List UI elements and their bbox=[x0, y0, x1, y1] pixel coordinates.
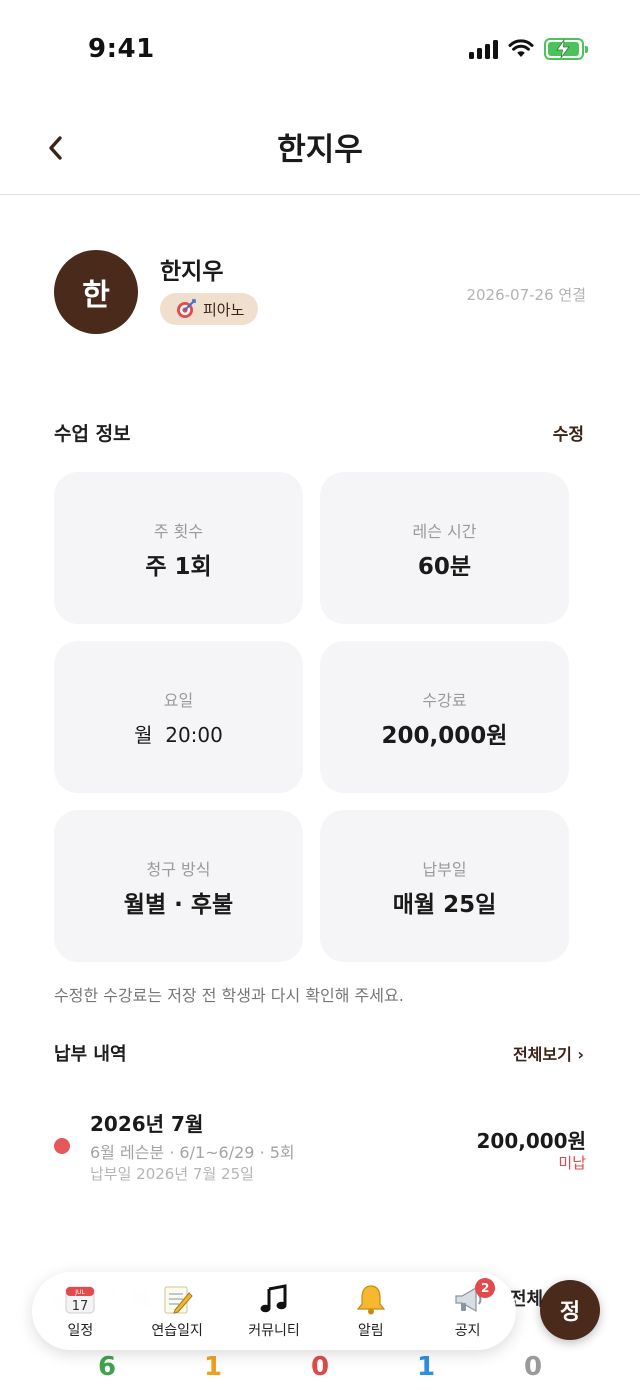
payment-month: 2026년 7월 bbox=[90, 1112, 204, 1136]
tab-label: 연습일지 bbox=[151, 1323, 203, 1339]
tab-label: 알림 bbox=[357, 1323, 384, 1339]
view-all-link[interactable]: 전체보기 › bbox=[513, 1041, 584, 1065]
subject-label: 피아노 bbox=[203, 300, 245, 319]
info-card-weekly-count[interactable]: 주 횟수 주 1회 bbox=[54, 472, 303, 624]
card-label: 납부일 bbox=[422, 860, 467, 879]
payment-row[interactable]: 2026년 7월 6월 레슨분 · 6/1~6/29 · 5회 납부일 2026… bbox=[54, 1105, 586, 1185]
info-card-day-time[interactable]: 요일 월 20:00 bbox=[54, 641, 303, 793]
notification-badge: 2 bbox=[475, 1278, 496, 1298]
tab-practice-log[interactable]: 연습일지 bbox=[129, 1272, 226, 1350]
background-count-strip: 6 1 0 1 0 bbox=[0, 1350, 640, 1390]
svg-text:17: 17 bbox=[72, 1299, 89, 1314]
calendar-icon: JUL 17 bbox=[63, 1282, 97, 1316]
card-label: 레슨 시간 bbox=[412, 522, 477, 541]
info-card-lesson-time[interactable]: 레슨 시간 60분 bbox=[320, 472, 569, 624]
card-label: 수강료 bbox=[422, 691, 467, 710]
nav-header: 한지우 bbox=[0, 100, 640, 195]
card-value: 월 20:00 bbox=[134, 723, 223, 747]
card-label: 요일 bbox=[163, 691, 194, 710]
card-value: 200,000원 bbox=[381, 723, 508, 749]
payment-amount: 200,000원 bbox=[476, 1129, 587, 1153]
payments-title: 납부 내역 bbox=[54, 1044, 127, 1065]
target-icon bbox=[177, 299, 196, 318]
bell-icon bbox=[354, 1282, 388, 1316]
tab-community[interactable]: 커뮤니티 bbox=[226, 1272, 323, 1350]
tab-schedule[interactable]: JUL 17 일정 bbox=[32, 1272, 129, 1350]
student-profile: 한 한지우 피아노 2026-07-26 연결 bbox=[54, 250, 586, 334]
svg-text:JUL: JUL bbox=[75, 1289, 86, 1296]
status-time: 9:41 bbox=[88, 34, 155, 64]
tab-label: 일정 bbox=[67, 1323, 94, 1339]
payment-status: 미납 bbox=[558, 1154, 586, 1172]
subject-chip: 피아노 bbox=[160, 293, 259, 325]
count-value: 0 bbox=[310, 1352, 330, 1382]
count-value: 6 bbox=[97, 1352, 117, 1382]
card-value: 매월 25일 bbox=[392, 892, 497, 918]
wifi-icon bbox=[508, 39, 534, 57]
card-value: 주 1회 bbox=[145, 554, 212, 580]
count-value: 1 bbox=[416, 1352, 436, 1382]
status-bar: 9:41 bbox=[0, 0, 640, 100]
payment-due-date: 납부일 2026년 7월 25일 bbox=[90, 1165, 254, 1183]
card-value: 60분 bbox=[417, 554, 472, 580]
tab-alerts[interactable]: 알림 bbox=[322, 1272, 419, 1350]
tab-label: 공지 bbox=[454, 1323, 481, 1339]
count-value: 1 bbox=[203, 1352, 223, 1382]
info-card-due-day[interactable]: 납부일 매월 25일 bbox=[320, 810, 569, 962]
notepad-icon bbox=[160, 1282, 194, 1316]
page-title: 한지우 bbox=[277, 132, 363, 168]
bottom-tab-bar: JUL 17 일정 연습일지 커뮤니티 알림 공지 2 bbox=[32, 1272, 516, 1350]
card-label: 청구 방식 bbox=[146, 860, 211, 879]
student-name: 한지우 bbox=[160, 259, 224, 285]
connected-date: 2026-07-26 연결 bbox=[466, 286, 586, 304]
edit-button[interactable]: 수정 bbox=[553, 420, 584, 445]
count-value: 0 bbox=[523, 1352, 543, 1382]
avatar: 한 bbox=[54, 250, 138, 334]
music-note-icon bbox=[257, 1282, 291, 1316]
info-card-billing-method[interactable]: 청구 방식 월별 · 후불 bbox=[54, 810, 303, 962]
unpaid-status-dot bbox=[54, 1138, 70, 1154]
floating-action-button[interactable]: 정 bbox=[540, 1280, 600, 1340]
tab-label: 커뮤니티 bbox=[248, 1323, 300, 1339]
info-card-tuition[interactable]: 수강료 200,000원 bbox=[320, 641, 569, 793]
battery-icon bbox=[544, 38, 588, 60]
payment-detail: 6월 레슨분 · 6/1~6/29 · 5회 bbox=[90, 1143, 295, 1162]
card-label: 주 횟수 bbox=[153, 522, 204, 541]
tuition-notice: 수정한 수강료는 저장 전 학생과 다시 확인해 주세요. bbox=[54, 986, 404, 1005]
tab-notices[interactable]: 공지 2 bbox=[419, 1272, 516, 1350]
status-icons bbox=[469, 38, 588, 60]
cellular-signal-icon bbox=[469, 39, 498, 59]
lesson-info-title: 수업 정보 bbox=[54, 423, 131, 445]
card-value: 월별 · 후불 bbox=[123, 892, 234, 918]
